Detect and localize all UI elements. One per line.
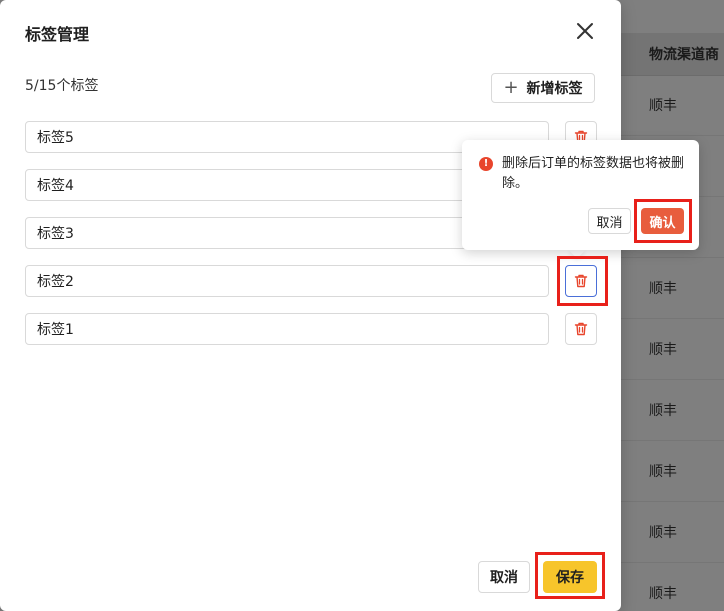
tag-input[interactable] <box>25 313 549 345</box>
save-button[interactable]: 保存 <box>543 561 597 593</box>
popconfirm-cancel-button[interactable]: 取消 <box>588 208 631 234</box>
table-cell: 顺丰 <box>649 98 677 114</box>
column-header-logistics-provider: 物流渠道商 <box>649 47 719 63</box>
close-icon <box>577 23 593 39</box>
tag-management-modal: 标签管理 5/15个标签 + 新增标签 标签5 标签4 标签3 标签2 标签1 … <box>0 0 621 611</box>
popconfirm-message: 删除后订单的标签数据也将被删除。 <box>502 156 685 191</box>
trash-icon <box>574 274 588 288</box>
tag-row <box>25 265 597 297</box>
table-cell: 顺丰 <box>649 464 677 480</box>
tag-input[interactable] <box>25 265 549 297</box>
popconfirm-confirm-button[interactable]: 确认 <box>641 208 684 234</box>
table-cell: 顺丰 <box>649 525 677 541</box>
table-cell: 顺丰 <box>649 342 677 358</box>
close-button[interactable] <box>572 18 598 44</box>
table-cell: 顺丰 <box>649 403 677 419</box>
screen: 物流渠道商 顺丰 顺丰 顺丰 顺丰 顺丰 顺丰 顺丰 顺丰 顺丰 标签管理 5/… <box>0 0 724 611</box>
plus-icon: + <box>503 77 519 98</box>
table-cell: 顺丰 <box>649 586 677 602</box>
exclamation-circle-icon: ! <box>479 157 493 171</box>
table-cell: 顺丰 <box>649 281 677 297</box>
modal-title: 标签管理 <box>25 25 90 44</box>
tag-row <box>25 313 597 345</box>
delete-tag-button-active[interactable] <box>565 265 597 297</box>
add-tag-button[interactable]: + 新增标签 <box>491 73 595 103</box>
cancel-button[interactable]: 取消 <box>478 561 530 593</box>
add-tag-label: 新增标签 <box>526 81 583 97</box>
trash-icon <box>574 322 588 336</box>
tag-count: 5/15个标签 <box>25 78 99 94</box>
delete-tag-button[interactable] <box>565 313 597 345</box>
